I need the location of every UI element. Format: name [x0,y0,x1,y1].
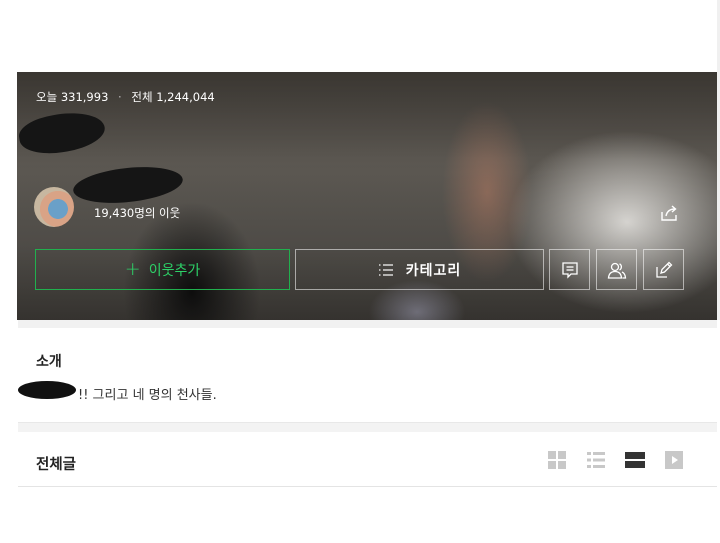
category-label: 카테고리 [405,262,462,279]
total-count: 1,244,044 [156,90,215,104]
card-view-icon[interactable] [625,451,645,469]
video-view-icon[interactable] [665,451,683,469]
intro-text: !! 그리고 네 명의 천사들. [78,388,217,403]
write-button[interactable] [643,249,684,290]
total-label: 전체 [131,90,153,104]
today-label: 오늘 [36,90,58,104]
share-icon[interactable] [657,201,681,225]
section-divider-2 [18,422,717,432]
section-divider [18,320,717,328]
category-button[interactable]: 카테고리 [295,249,544,290]
intro-redacted [18,381,76,399]
posts-header: 전체글 [18,432,717,487]
visitor-stats: 오늘 331,993 · 전체 1,244,044 [36,89,215,105]
neighbor-count[interactable]: 19,430명의 이웃 [94,205,180,221]
chat-icon [561,261,578,279]
blog-cover: 오늘 331,993 · 전체 1,244,044 19,430명의 이웃 + … [17,72,717,320]
posts-title[interactable]: 전체글 [36,453,76,474]
avatar[interactable] [34,187,74,227]
add-neighbor-button[interactable]: + 이웃추가 [35,249,290,290]
list-view-icon[interactable] [587,451,605,469]
write-icon [655,261,672,278]
list-icon [378,263,393,276]
stats-separator: · [118,90,122,104]
intro-title: 소개 [36,354,62,370]
today-count: 331,993 [60,90,109,104]
neighbors-button[interactable] [596,249,637,290]
plus-icon: + [124,258,141,280]
grid-view-icon[interactable] [548,451,566,469]
people-icon [607,262,626,279]
add-neighbor-label: 이웃추가 [148,262,201,279]
chat-button[interactable] [549,249,590,290]
